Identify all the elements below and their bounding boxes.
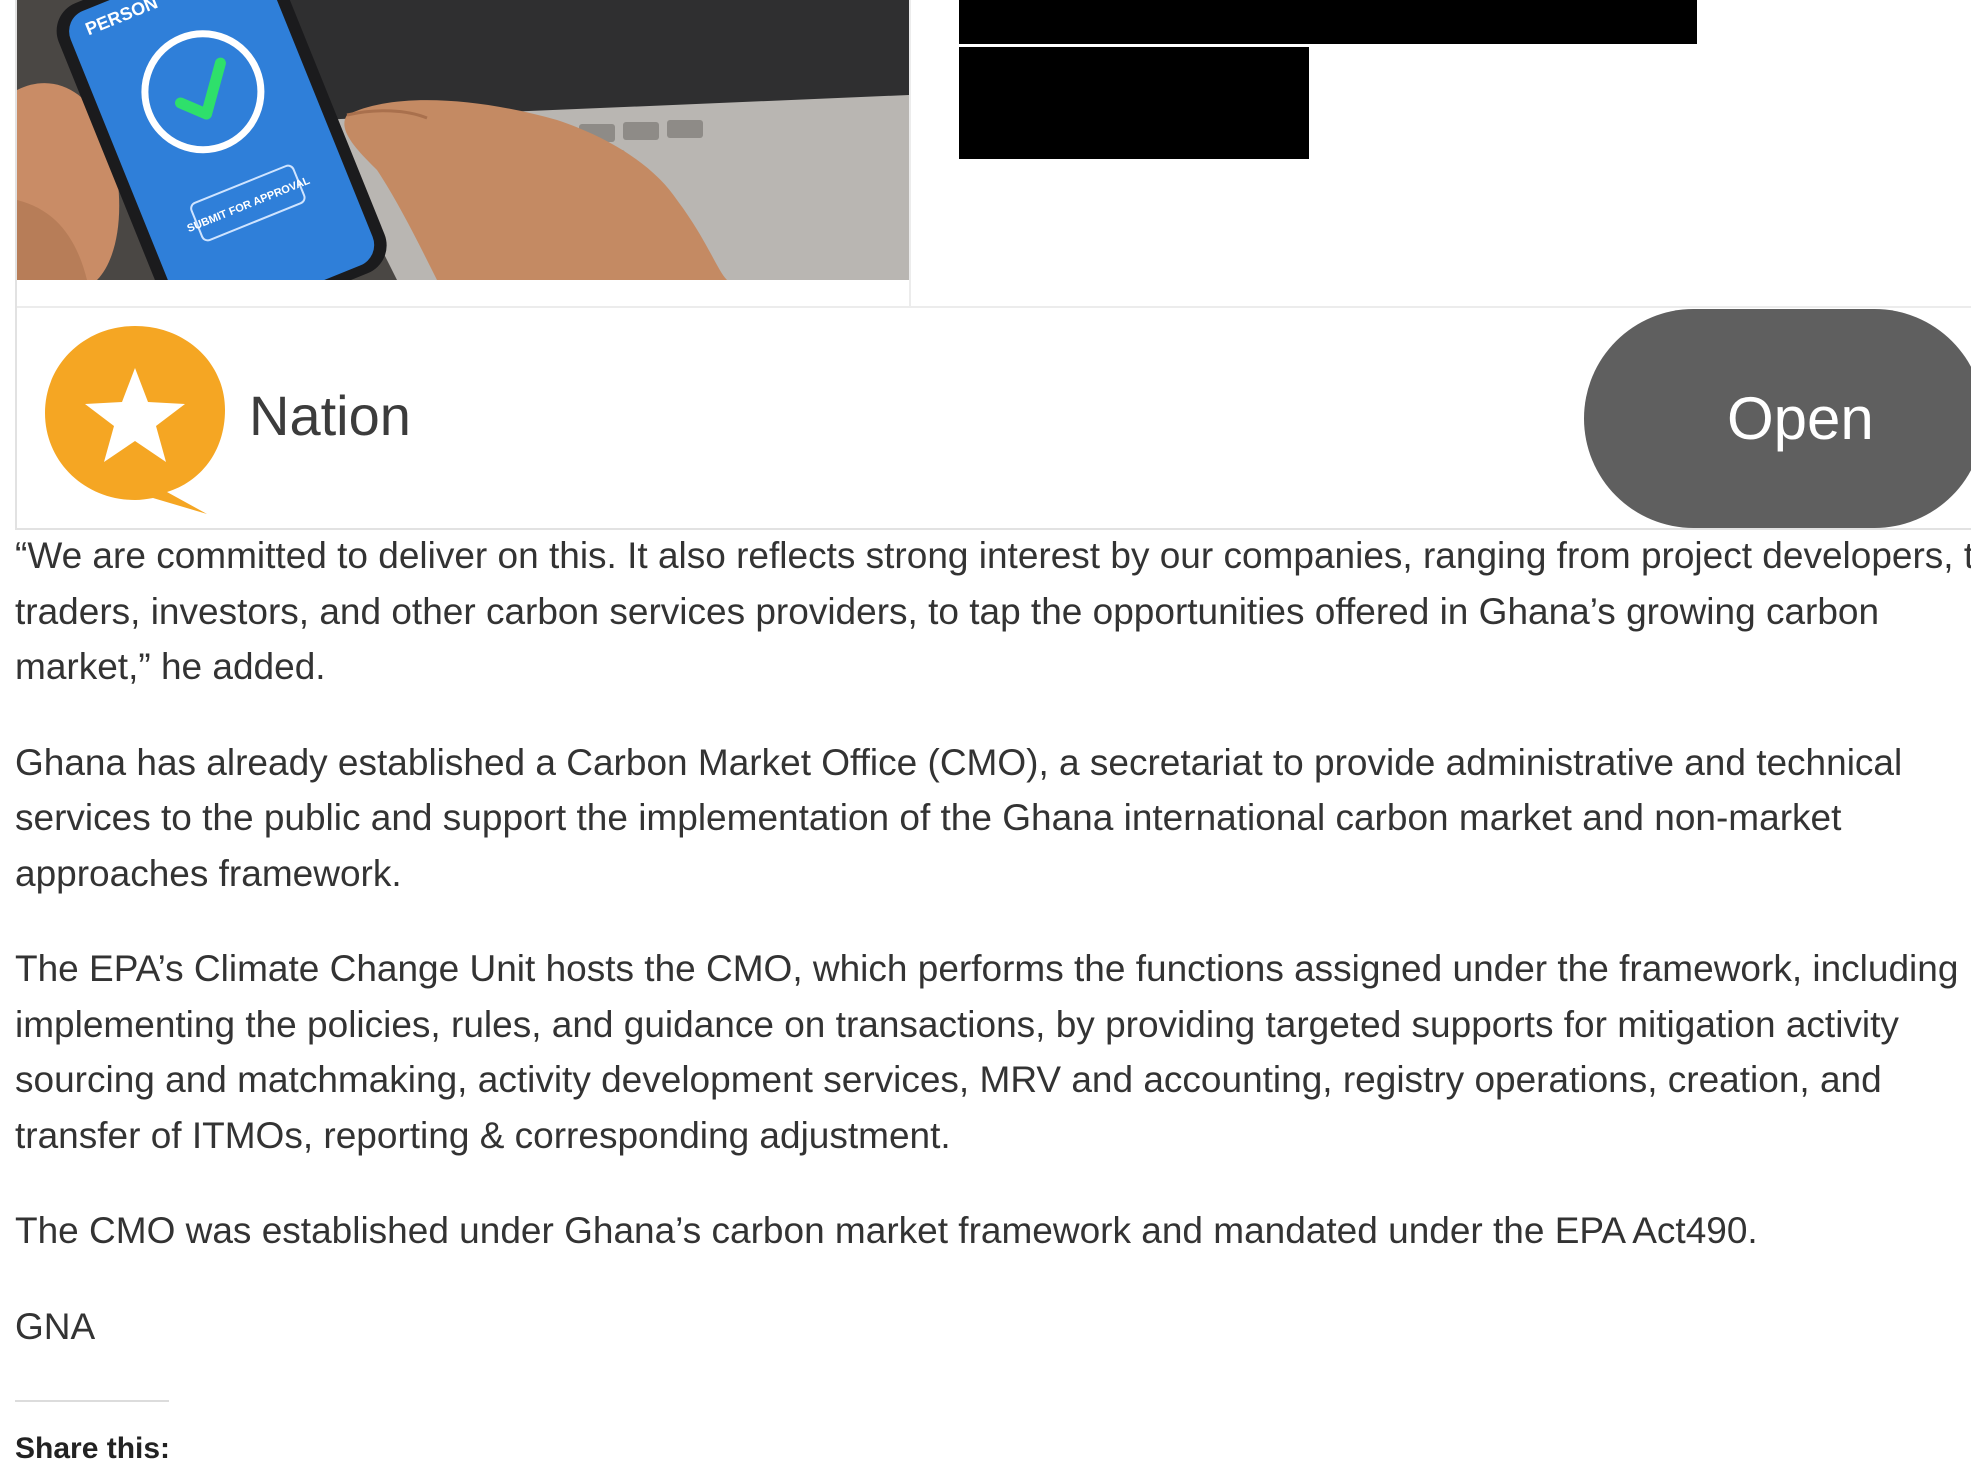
article-paragraph: “We are committed to deliver on this. It… bbox=[15, 535, 1971, 687]
article-body: “We are committed to deliver on this. It… bbox=[15, 528, 1971, 1394]
article-paragraph: The EPA’s Climate Change Unit hosts the … bbox=[15, 948, 1959, 1156]
article-paragraph: The CMO was established under Ghana’s ca… bbox=[15, 1210, 1758, 1251]
article-paragraph: Ghana has already established a Carbon M… bbox=[15, 741, 1903, 894]
ad-image-divider bbox=[909, 0, 911, 307]
redacted-subtitle-block bbox=[959, 47, 1309, 159]
page: PERSON SUBMIT FOR APPROVAL Nation Open “… bbox=[0, 0, 1971, 1460]
share-title: Share this: bbox=[15, 1432, 171, 1460]
redacted-title-block bbox=[959, 0, 1697, 44]
article-source: GNA bbox=[15, 1305, 96, 1347]
ad-separator bbox=[17, 306, 1971, 308]
open-button[interactable]: Open bbox=[1584, 309, 1971, 528]
brand-star-logo-icon bbox=[35, 322, 235, 517]
share-divider bbox=[15, 1400, 169, 1402]
ad-image[interactable]: PERSON SUBMIT FOR APPROVAL bbox=[17, 0, 909, 280]
ad-photo: PERSON SUBMIT FOR APPROVAL bbox=[17, 0, 909, 280]
brand-name: Nation bbox=[249, 384, 411, 447]
